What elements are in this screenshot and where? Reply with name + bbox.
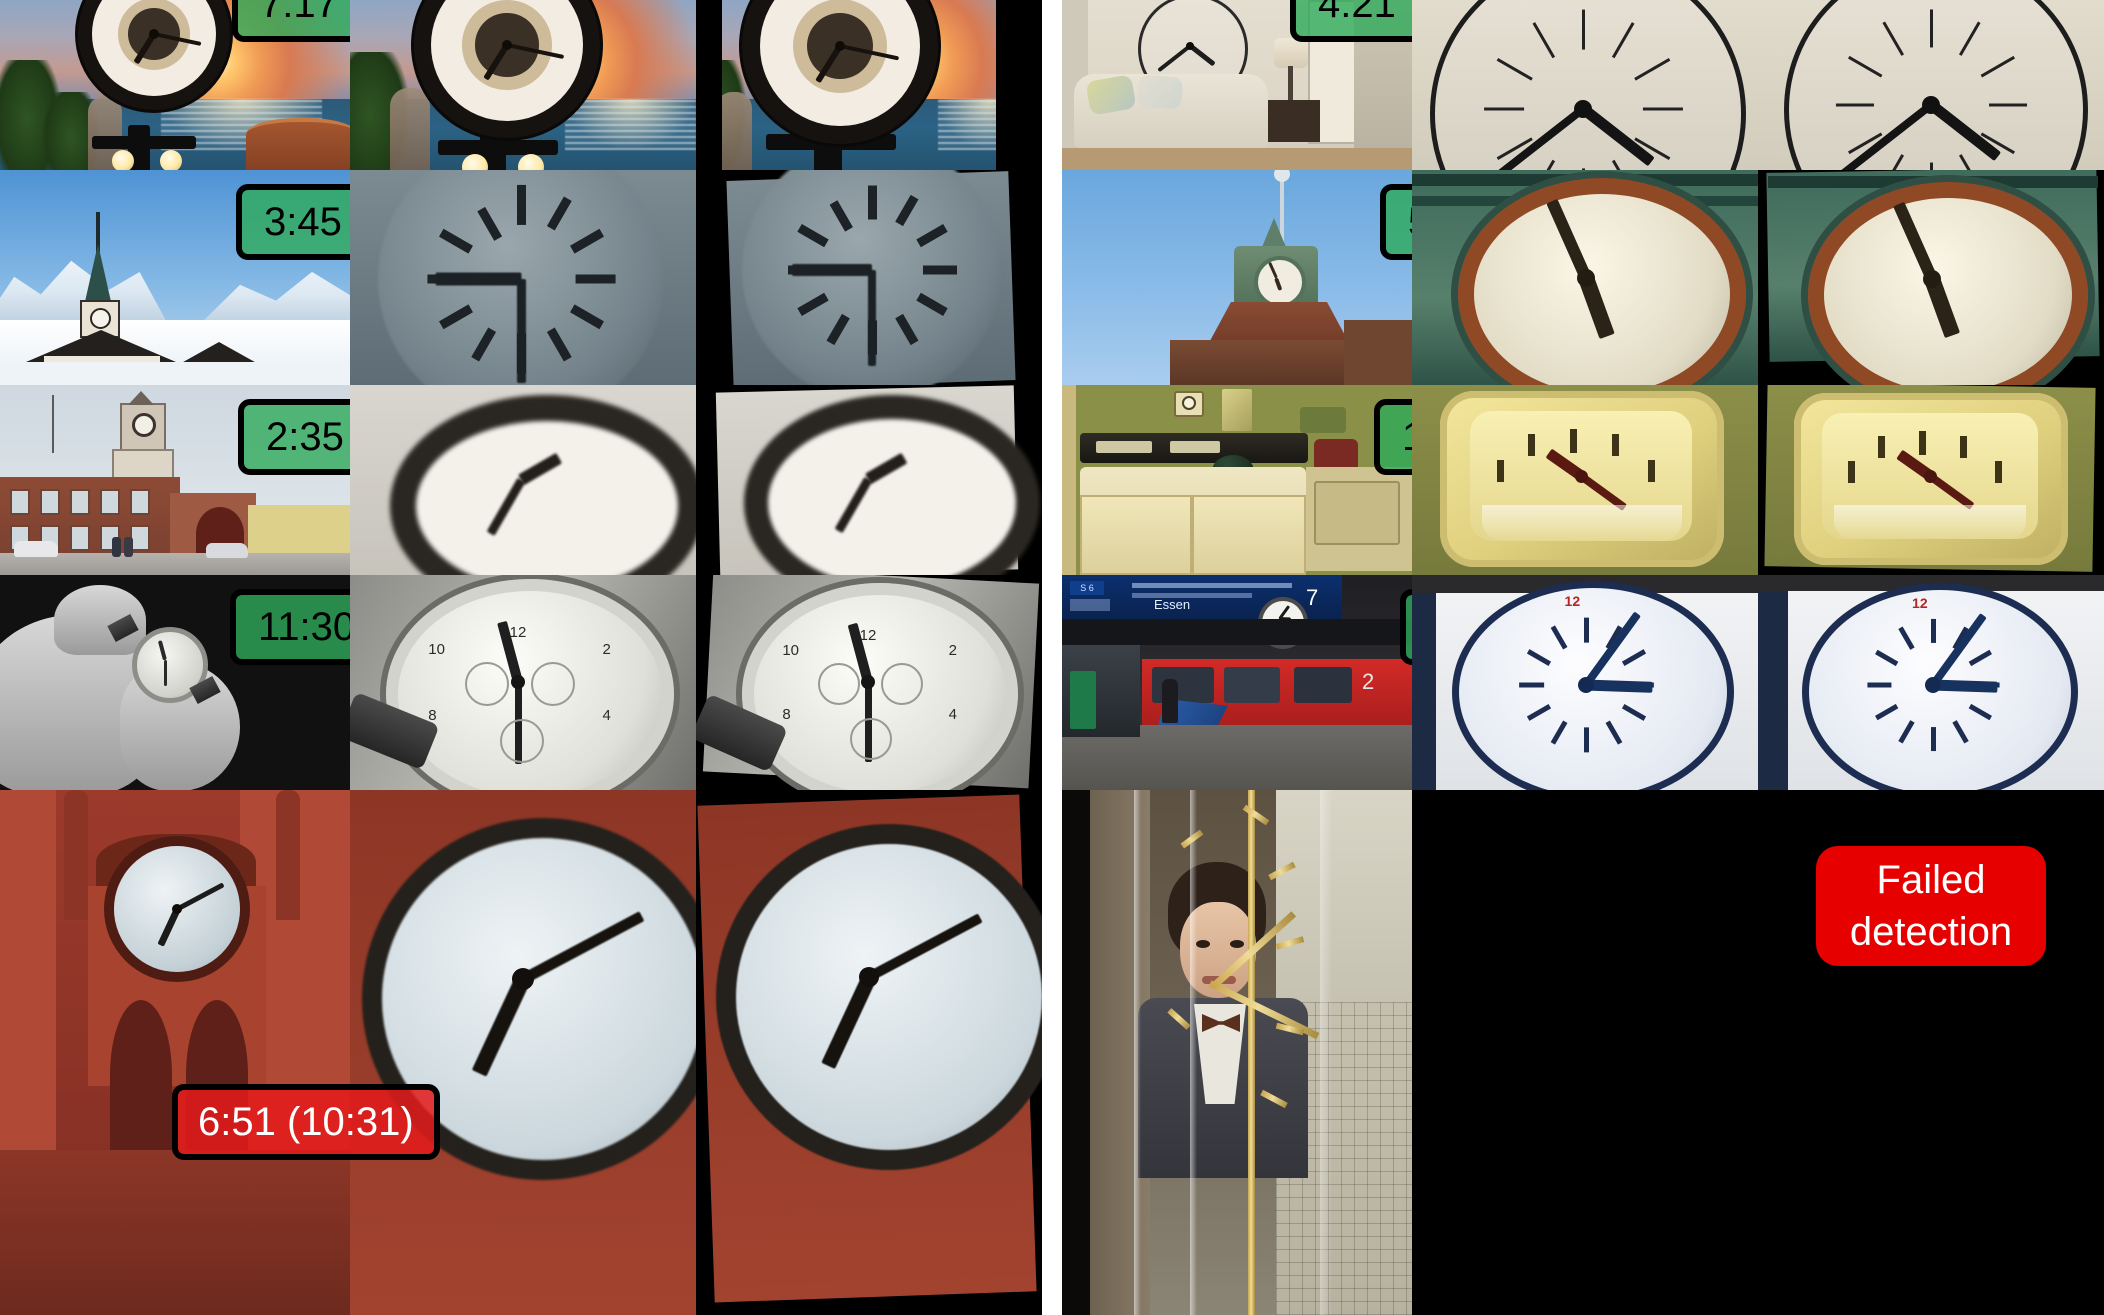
detected-crop-cell[interactable]	[350, 385, 696, 575]
scene-image-cell[interactable]: 6:51 (10:31)	[0, 790, 350, 1315]
result-row: 5:56	[1062, 170, 2104, 385]
detected-crop-cell[interactable]	[350, 170, 696, 385]
rectified-crop-cell[interactable]: Failed detection	[1758, 790, 2104, 1315]
rectified-crop-cell[interactable]	[696, 170, 1042, 385]
time-badge-text: 3:45	[264, 200, 342, 244]
scene-image-cell[interactable]: 7:17	[0, 0, 350, 170]
detected-crop-cell[interactable]	[1412, 790, 1758, 1315]
time-badge: 7:17	[232, 0, 350, 42]
rectified-crop-cell[interactable]: 12	[1758, 575, 2104, 790]
rectified-crop-cell[interactable]	[1758, 170, 2104, 385]
rectified-crop-cell[interactable]	[696, 385, 1042, 575]
detected-crop-cell[interactable]: 12 2 10 8 4	[350, 575, 696, 790]
rectified-crop-cell[interactable]	[1758, 385, 2104, 575]
time-badge-error-overlay: 6:51 (10:31)	[172, 1084, 440, 1160]
result-row: 7:17	[0, 0, 1042, 170]
failed-detection-badge: Failed detection	[1816, 846, 2046, 966]
time-badge: 2:35	[238, 399, 350, 475]
result-row: 2:35	[0, 385, 1042, 575]
rectified-crop-cell[interactable]: 12 2 10 8 4	[696, 575, 1042, 790]
results-panel-right: 4:21 S 6 Essen 7 2 12 12 Failed detectio…	[1062, 0, 2104, 1315]
panel-divider	[1042, 0, 1062, 1315]
result-row: 3:45	[0, 170, 1042, 385]
time-badge: 11:30	[230, 589, 350, 665]
detected-crop-cell[interactable]: 12	[1412, 575, 1758, 790]
result-row: Failed detection	[1062, 790, 2104, 1315]
scene-image-cell[interactable]: S 6 Essen 7 2	[1062, 575, 1412, 790]
time-badge: 3:45	[236, 184, 350, 260]
time-badge-text: 10:41	[1402, 416, 1412, 458]
detected-crop-cell[interactable]	[1412, 385, 1758, 575]
rectified-crop-cell[interactable]	[1758, 0, 2104, 170]
scene-image-cell[interactable]: 4:21	[1062, 0, 1412, 170]
qualitative-results-figure: 7:17 3:45 2:35 11:30 12 2 10 8 4 12 2 10…	[0, 0, 2104, 1315]
scene-image-cell[interactable]	[1062, 790, 1412, 1315]
failed-detection-line2: detection	[1849, 910, 2013, 954]
detected-crop-cell[interactable]	[350, 0, 696, 170]
result-row: 11:30 12 2 10 8 4 12 2 10 8 4	[0, 575, 1042, 790]
scene-image-cell[interactable]: 5:56	[1062, 170, 1412, 385]
detected-crop-cell[interactable]	[350, 790, 696, 1315]
rectified-crop-cell[interactable]	[696, 790, 1042, 1315]
scene-image-cell[interactable]: 10:41	[1062, 385, 1412, 575]
scene-image-cell[interactable]: 3:45	[0, 170, 350, 385]
time-badge-text: 11:30	[258, 605, 350, 649]
scene-image-cell[interactable]: 11:30	[0, 575, 350, 790]
time-badge-text: 2:35	[266, 415, 344, 459]
results-panel-left: 7:17 3:45 2:35 11:30 12 2 10 8 4 12 2 10…	[0, 0, 1042, 1315]
scene-image-cell[interactable]: 2:35	[0, 385, 350, 575]
result-row: 6:51 (10:31)	[0, 790, 1042, 1315]
time-badge: 5:56	[1380, 184, 1412, 260]
time-badge: 3:06	[1400, 589, 1412, 665]
detected-crop-cell[interactable]	[1412, 170, 1758, 385]
time-badge-text: 5:56	[1408, 201, 1412, 243]
time-badge-text: 4:21	[1318, 0, 1396, 26]
result-row: S 6 Essen 7 2 12 12	[1062, 575, 2104, 790]
time-badge: 4:21	[1290, 0, 1412, 42]
detected-crop-cell[interactable]	[1412, 0, 1758, 170]
time-badge-text: 6:51 (10:31)	[198, 1100, 414, 1144]
failed-detection-line1: Failed	[1876, 858, 1986, 902]
rectified-crop-cell[interactable]	[696, 0, 1042, 170]
result-row: 10:41	[1062, 385, 2104, 575]
time-badge-text: 7:17	[260, 0, 338, 26]
time-badge: 10:41	[1374, 399, 1412, 475]
result-row: 4:21	[1062, 0, 2104, 170]
